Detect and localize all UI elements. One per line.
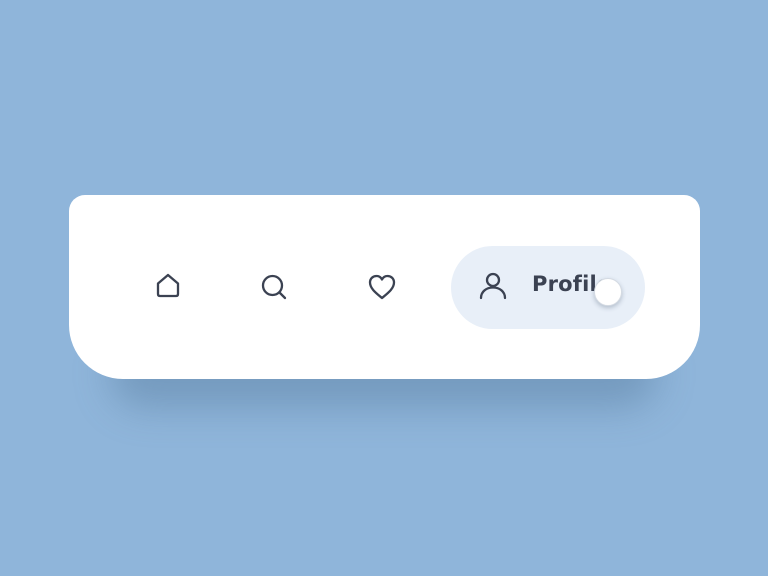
- tab-home[interactable]: [148, 265, 188, 305]
- user-icon: [479, 272, 507, 300]
- home-icon: [156, 273, 180, 298]
- tab-search[interactable]: [254, 267, 294, 307]
- search-icon: [261, 274, 287, 300]
- heart-icon: [368, 274, 396, 300]
- tab-favorites[interactable]: [362, 267, 402, 307]
- user-icon-wrap: [475, 268, 511, 304]
- app-stage: Profile: [0, 0, 768, 576]
- touch-cursor-indicator: [594, 278, 622, 306]
